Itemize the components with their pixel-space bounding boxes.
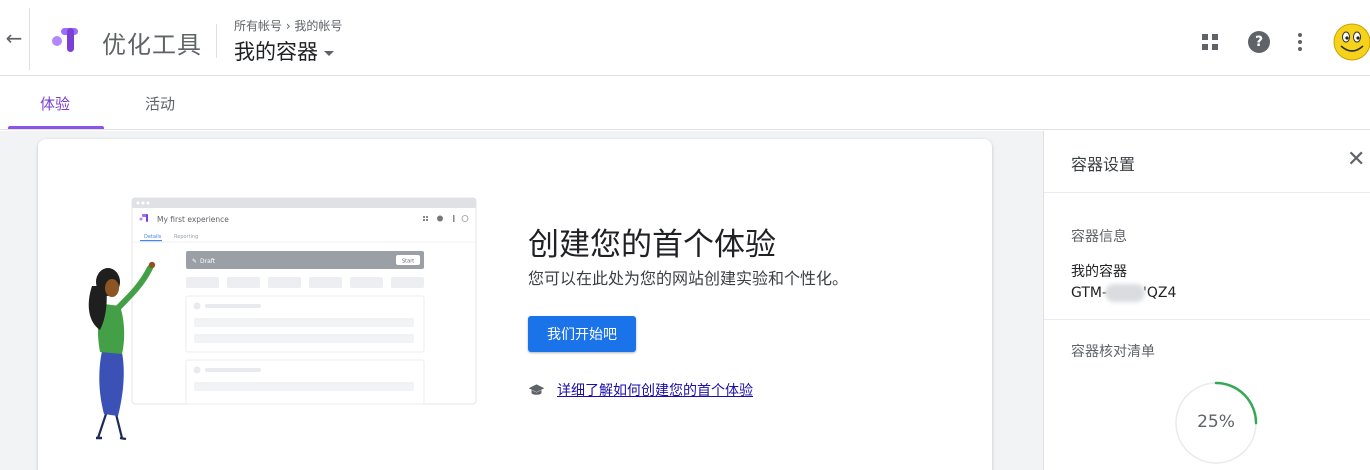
svg-text:✎: ✎ bbox=[192, 258, 197, 265]
tab-bar: 体验 活动 bbox=[0, 76, 1370, 130]
help-icon[interactable]: ? bbox=[1248, 31, 1270, 53]
get-started-button[interactable]: 我们开始吧 bbox=[528, 316, 636, 352]
panel-title: 容器设置 bbox=[1071, 155, 1136, 174]
panel-divider bbox=[1044, 319, 1370, 320]
container-settings-panel: 容器设置 ✕ 容器信息 我的容器 GTM- 'QZ4 容器核对清单 25% bbox=[1043, 131, 1370, 470]
container-id: GTM- 'QZ4 bbox=[1071, 284, 1176, 302]
apps-grid-icon[interactable] bbox=[1202, 34, 1218, 50]
tab-activity[interactable]: 活动 bbox=[145, 93, 175, 114]
main-area: My first experience Details Reporting ✎ … bbox=[0, 131, 1043, 470]
learn-more-row: 详细了解如何创建您的首个体验 bbox=[528, 380, 753, 400]
redacted-blur bbox=[1105, 284, 1146, 302]
empty-state-card: My first experience Details Reporting ✎ … bbox=[38, 139, 992, 470]
avatar-smiley-icon[interactable] bbox=[1330, 22, 1370, 62]
illus-draft-label: Draft bbox=[200, 258, 216, 265]
app-name: 优化工具 bbox=[102, 31, 202, 59]
container-id-prefix: GTM- bbox=[1071, 285, 1108, 301]
optimize-logo-icon[interactable] bbox=[50, 26, 80, 54]
illus-start-label: Start bbox=[402, 259, 414, 265]
illus-tab-reporting: Reporting bbox=[174, 234, 198, 240]
tab-experiences[interactable]: 体验 bbox=[40, 93, 70, 114]
onboarding-illustration: My first experience Details Reporting ✎ … bbox=[88, 197, 477, 441]
container-selector[interactable]: 我的容器 bbox=[234, 36, 334, 66]
caret-down-icon bbox=[324, 50, 334, 56]
learn-more-link[interactable]: 详细了解如何创建您的首个体验 bbox=[557, 380, 753, 400]
close-icon[interactable]: ✕ bbox=[1347, 147, 1370, 175]
breadcrumb[interactable]: 所有帐号 › 我的帐号 bbox=[234, 17, 342, 34]
illus-window-title: My first experience bbox=[157, 215, 229, 224]
more-vert-icon[interactable] bbox=[1296, 31, 1304, 53]
header-divider bbox=[29, 8, 30, 70]
back-arrow-icon[interactable]: ← bbox=[0, 18, 28, 58]
container-title: 我的容器 bbox=[234, 40, 318, 64]
panel-header: 容器设置 ✕ bbox=[1044, 131, 1370, 193]
container-info-label: 容器信息 bbox=[1071, 229, 1127, 245]
header-divider-2 bbox=[216, 24, 217, 58]
container-name: 我的容器 bbox=[1071, 264, 1127, 280]
container-id-suffix: 'QZ4 bbox=[1143, 285, 1177, 301]
empty-state-title: 创建您的首个体验 bbox=[528, 227, 776, 263]
illus-tab-details: Details bbox=[144, 234, 162, 240]
empty-state-description: 您可以在此处为您的网站创建实验和个性化。 bbox=[528, 269, 849, 288]
app-header: ← 优化工具 所有帐号 › 我的帐号 我的容器 ? bbox=[0, 0, 1370, 76]
tab-active-indicator bbox=[8, 126, 104, 129]
checklist-label: 容器核对清单 bbox=[1071, 344, 1155, 360]
checklist-progress-text: 25% bbox=[1197, 412, 1235, 432]
graduation-cap-icon bbox=[528, 384, 545, 395]
